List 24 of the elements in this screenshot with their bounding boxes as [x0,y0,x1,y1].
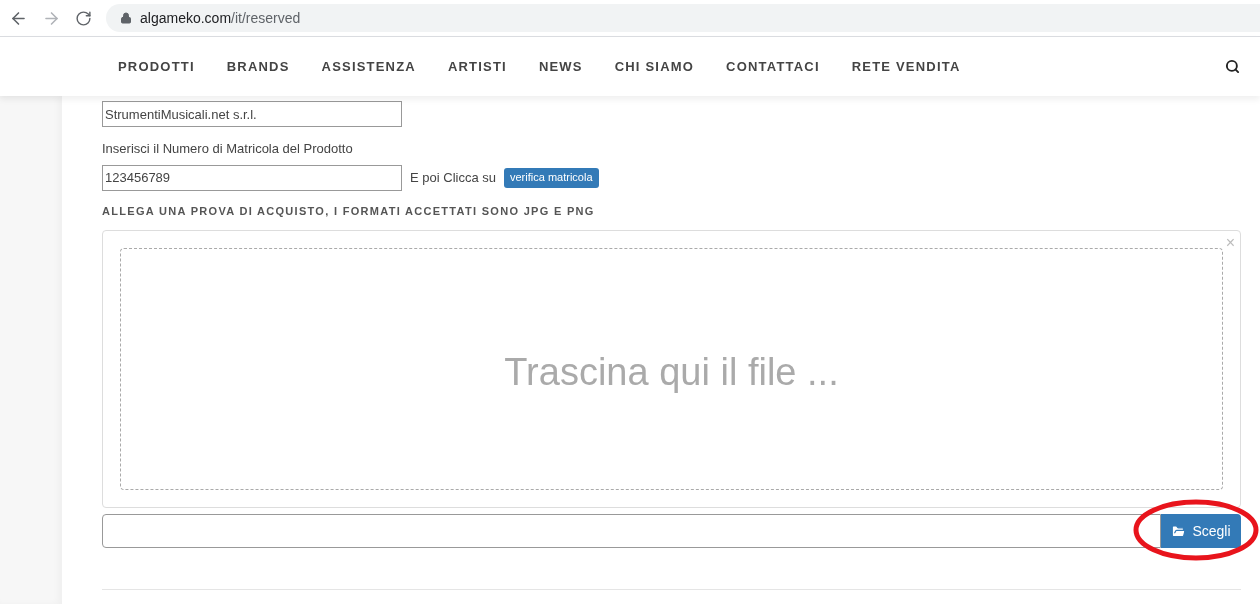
company-field[interactable]: StrumentiMusicali.net s.r.l. [102,101,402,127]
folder-icon [1171,523,1187,539]
nav-link[interactable]: CONTATTACI [726,56,820,77]
serial-label: Inserisci il Numero di Matricola del Prodotto [102,140,354,158]
verify-button[interactable]: verifica matricola [504,167,599,188]
instruction-text: E poi Clicca su [410,168,496,187]
search-icon[interactable] [1225,59,1240,74]
nav-link[interactable]: NEWS [538,56,583,77]
nav-link[interactable]: PRODOTTI [118,56,195,77]
serial-field[interactable]: 123456789 [102,164,402,191]
nav-link[interactable]: ASSISTENZA [321,56,416,77]
attach-heading: ALLEGA UNA PROVA DI ACQUISTO, I FORMATI ACCETTATI SONO JPG E PNG [102,203,596,219]
file-name-field[interactable] [102,514,1161,548]
url-path: /it/reserved [231,8,301,28]
lock-icon [120,12,132,24]
nav-link[interactable]: RETE VENDITA [851,56,961,77]
drop-zone-text: Trascina qui il file ... [504,349,839,395]
choose-button[interactable]: Scegli [1161,514,1241,548]
address-bar[interactable]: algameko.com/it/reserved [106,4,1260,32]
url-host: algameko.com [140,8,232,28]
reload-icon[interactable] [75,9,92,27]
nav-link[interactable]: CHI SIAMO [614,56,695,77]
nav-link[interactable]: ARTISTI [447,56,507,77]
nav-link[interactable]: BRANDS [226,56,290,77]
